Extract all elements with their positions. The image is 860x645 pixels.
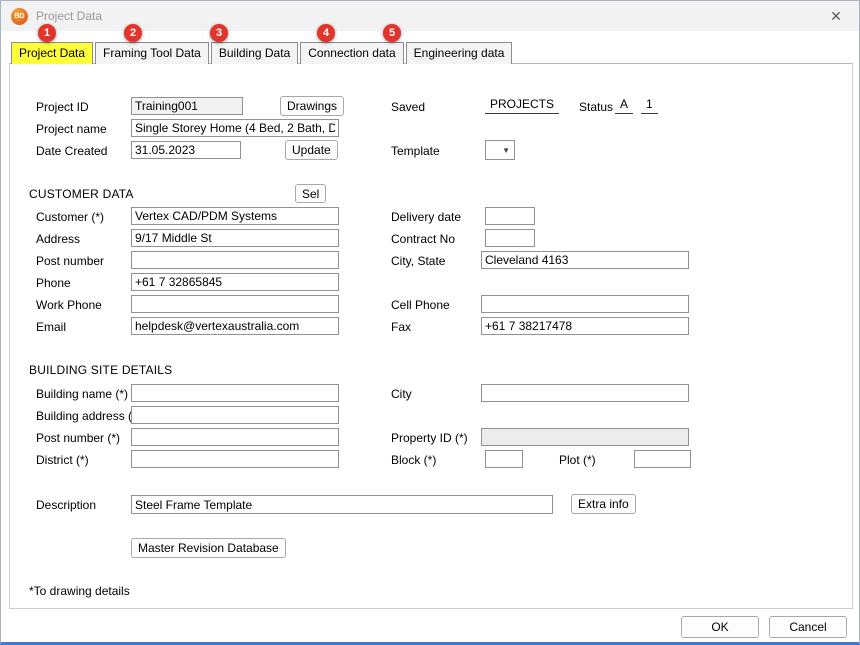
block-label: Block (*) — [391, 453, 436, 467]
customer-input[interactable] — [131, 207, 339, 225]
status-label: Status — [579, 100, 613, 114]
project-id-label: Project ID — [36, 100, 89, 114]
annotation-badge-5: 5 — [383, 24, 401, 42]
city-state-label: City, State — [391, 254, 445, 268]
status-value-a: A — [615, 97, 633, 114]
block-input[interactable] — [485, 450, 523, 468]
email-input[interactable] — [131, 317, 339, 335]
update-button[interactable]: Update — [285, 140, 338, 160]
property-id-input[interactable] — [481, 428, 689, 446]
tab-building-data[interactable]: Building Data — [211, 42, 298, 64]
project-data-dialog: BD Project Data ✕ 1 2 3 4 5 Project Data… — [0, 0, 860, 645]
tab-project-data[interactable]: Project Data — [11, 42, 93, 64]
contract-no-label: Contract No — [391, 232, 455, 246]
building-address-input[interactable] — [131, 406, 339, 424]
tab-engineering-data[interactable]: Engineering data — [406, 42, 513, 64]
plot-input[interactable] — [634, 450, 691, 468]
template-dropdown[interactable]: ▼ — [485, 140, 515, 160]
building-site-details-heading: BUILDING SITE DETAILS — [29, 363, 172, 377]
window-title: Project Data — [36, 9, 102, 23]
status-value-1: 1 — [641, 97, 658, 114]
master-revision-database-button[interactable]: Master Revision Database — [131, 538, 286, 558]
cell-phone-input[interactable] — [481, 295, 689, 313]
district-label: District (*) — [36, 453, 89, 467]
tab-framing-tool-data[interactable]: Framing Tool Data — [95, 42, 209, 64]
delivery-date-input[interactable] — [485, 207, 535, 225]
saved-value: PROJECTS — [485, 97, 559, 114]
building-name-input[interactable] — [131, 384, 339, 402]
saved-label: Saved — [391, 100, 425, 114]
project-id-input[interactable] — [131, 97, 243, 115]
tab-connection-data[interactable]: Connection data — [300, 42, 403, 64]
cell-phone-label: Cell Phone — [391, 298, 450, 312]
work-phone-input[interactable] — [131, 295, 339, 313]
annotation-badge-2: 2 — [124, 24, 142, 42]
address-label: Address — [36, 232, 80, 246]
annotation-badge-4: 4 — [317, 24, 335, 42]
tab-strip: Project Data Framing Tool Data Building … — [11, 42, 514, 64]
customer-label: Customer (*) — [36, 210, 104, 224]
work-phone-label: Work Phone — [36, 298, 102, 312]
app-icon: BD — [11, 8, 28, 25]
annotation-badge-3: 3 — [210, 24, 228, 42]
site-post-number-input[interactable] — [131, 428, 339, 446]
fax-input[interactable] — [481, 317, 689, 335]
post-number-input[interactable] — [131, 251, 339, 269]
annotation-badge-1: 1 — [38, 24, 56, 42]
template-label: Template — [391, 144, 440, 158]
drawings-button[interactable]: Drawings — [280, 96, 344, 116]
sel-button[interactable]: Sel — [295, 184, 326, 203]
post-number-label: Post number — [36, 254, 104, 268]
phone-label: Phone — [36, 276, 71, 290]
delivery-date-label: Delivery date — [391, 210, 461, 224]
description-input[interactable] — [131, 495, 553, 514]
date-created-label: Date Created — [36, 144, 107, 158]
site-post-number-label: Post number (*) — [36, 431, 120, 445]
email-label: Email — [36, 320, 66, 334]
building-address-label: Building address (*) — [36, 409, 141, 423]
city-state-input[interactable] — [481, 251, 689, 269]
description-label: Description — [36, 498, 96, 512]
district-input[interactable] — [131, 450, 339, 468]
ok-button[interactable]: OK — [681, 616, 759, 638]
chevron-down-icon: ▼ — [502, 146, 510, 155]
site-city-label: City — [391, 387, 412, 401]
project-name-input[interactable] — [131, 119, 339, 137]
project-name-label: Project name — [36, 122, 107, 136]
address-input[interactable] — [131, 229, 339, 247]
close-icon[interactable]: ✕ — [819, 3, 853, 29]
extra-info-button[interactable]: Extra info — [571, 494, 636, 514]
fax-label: Fax — [391, 320, 411, 334]
date-created-input[interactable] — [131, 141, 241, 159]
property-id-label: Property ID (*) — [391, 431, 468, 445]
building-name-label: Building name (*) — [36, 387, 128, 401]
cancel-button[interactable]: Cancel — [769, 616, 847, 638]
customer-data-heading: CUSTOMER DATA — [29, 187, 134, 201]
drawing-details-note: *To drawing details — [29, 584, 130, 598]
phone-input[interactable] — [131, 273, 339, 291]
contract-no-input[interactable] — [485, 229, 535, 247]
plot-label: Plot (*) — [559, 453, 596, 467]
site-city-input[interactable] — [481, 384, 689, 402]
